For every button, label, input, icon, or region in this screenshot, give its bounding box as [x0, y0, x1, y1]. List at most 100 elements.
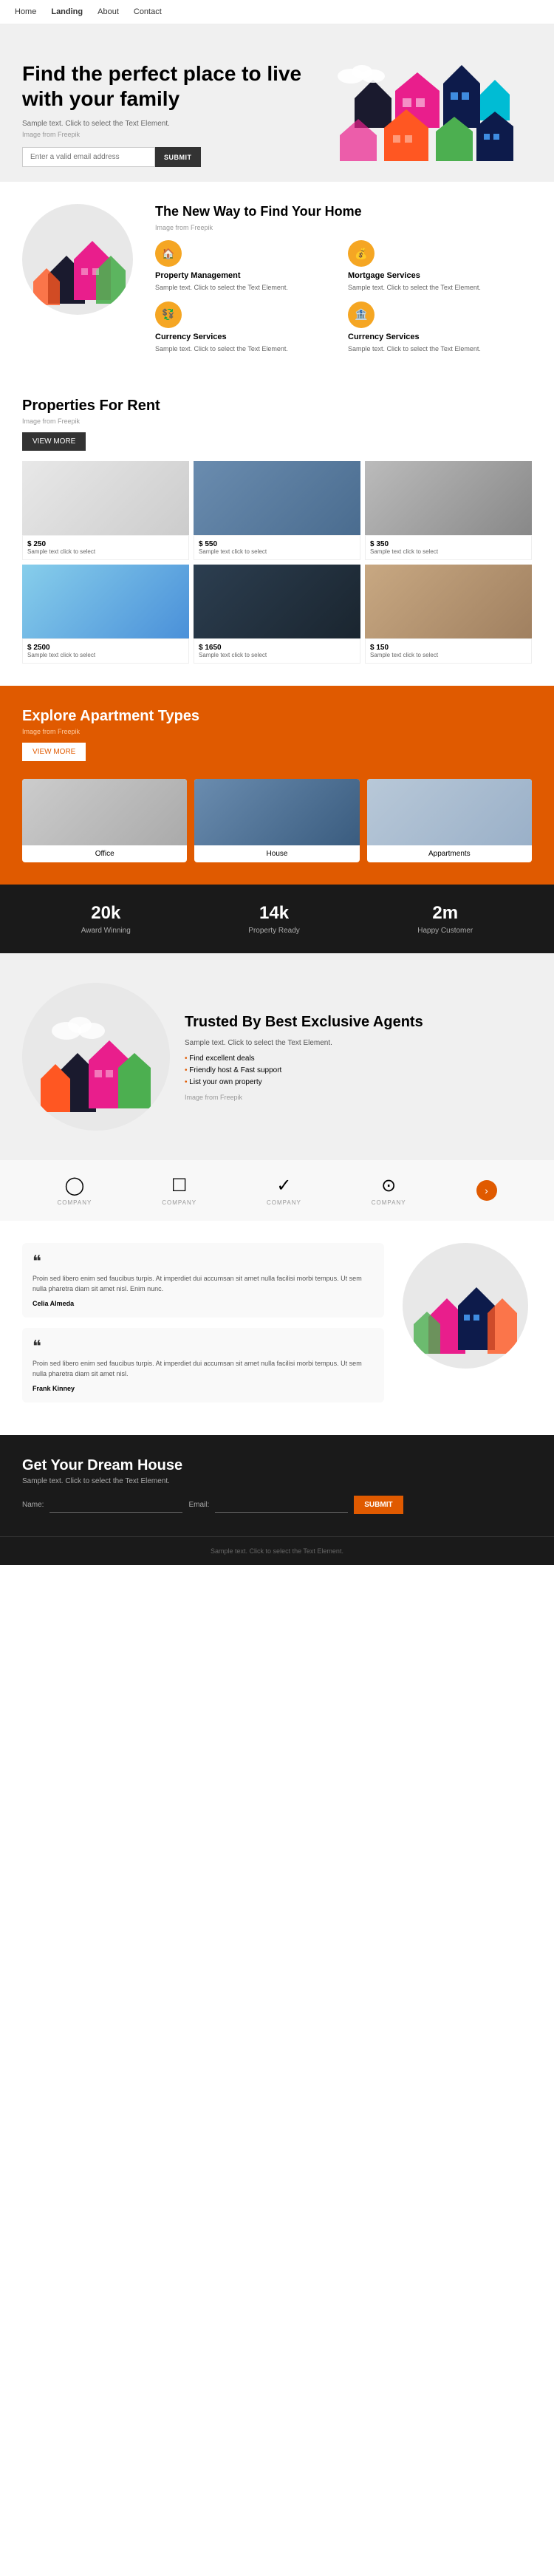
property-price-1: $ 550	[199, 540, 355, 548]
apt-label-appartments: Appartments	[367, 845, 532, 862]
trusted-title: Trusted By Best Exclusive Agents	[185, 1012, 532, 1032]
partner-icon-3: ⊙	[372, 1175, 406, 1196]
trusted-image-credit: Image from Freepik	[185, 1094, 532, 1101]
trusted-illustration	[22, 983, 170, 1131]
partner-label-3: COMPANY	[372, 1199, 406, 1206]
new-way-image-credit: Image from Freepik	[155, 224, 532, 231]
testimonial-quote-1: ❝	[33, 1338, 374, 1355]
hero-email-form: SUBMIT	[22, 147, 303, 167]
partners-section: ◯ COMPANY ☐ COMPANY ✓ COMPANY ⊙ COMPANY …	[0, 1160, 554, 1221]
partner-icon-0: ◯	[57, 1175, 92, 1196]
stat-number-0: 20k	[81, 903, 131, 924]
partner-3: ⊙ COMPANY	[372, 1175, 406, 1206]
service-title-0: Property Management	[155, 271, 339, 280]
stat-property: 14k Property Ready	[248, 903, 299, 935]
property-image-1	[194, 461, 360, 535]
submit-button[interactable]: SUBMIT	[155, 147, 201, 167]
property-desc-0: Sample text click to select	[27, 548, 184, 555]
dream-name-input[interactable]	[49, 1498, 182, 1513]
dream-submit-button[interactable]: SUBMIT	[354, 1496, 403, 1514]
property-image-4	[194, 565, 360, 638]
properties-image-credit: Image from Freepik	[22, 418, 532, 425]
testimonial-card-0: ❝ Proin sed libero enim sed faucibus tur…	[22, 1243, 384, 1318]
trusted-bullets: Find excellent deals Friendly host & Fas…	[185, 1054, 532, 1086]
property-desc-3: Sample text click to select	[27, 652, 184, 658]
service-desc-0: Sample text. Click to select the Text El…	[155, 283, 339, 293]
hero-illustration	[332, 39, 539, 172]
footer-text: Sample text. Click to select the Text El…	[211, 1547, 343, 1555]
service-desc-1: Sample text. Click to select the Text El…	[348, 283, 532, 293]
hero-headline: Find the perfect place to live with your…	[22, 61, 303, 111]
properties-title: Properties For Rent	[22, 398, 532, 415]
stat-label-1: Property Ready	[248, 927, 299, 935]
dream-house-title: Get Your Dream House	[22, 1457, 532, 1474]
property-image-5	[365, 565, 532, 638]
apartment-types-grid: Office House Appartments	[22, 779, 532, 862]
stat-award: 20k Award Winning	[81, 903, 131, 935]
property-desc-4: Sample text click to select	[199, 652, 355, 658]
nav-contact[interactable]: Contact	[134, 7, 162, 16]
footer: Sample text. Click to select the Text El…	[0, 1536, 554, 1565]
nav-landing[interactable]: Landing	[51, 7, 83, 16]
new-way-section: The New Way to Find Your Home Image from…	[0, 182, 554, 375]
property-image-3	[22, 565, 189, 638]
dream-name-label: Name:	[22, 1501, 44, 1509]
partner-icon-1: ☐	[162, 1175, 196, 1196]
testimonial-text-0: Proin sed libero enim sed faucibus turpi…	[33, 1274, 374, 1294]
service-property-management: 🏠 Property Management Sample text. Click…	[155, 240, 339, 293]
navigation: Home Landing About Contact	[0, 0, 554, 24]
apt-label-house: House	[194, 845, 359, 862]
property-image-0	[22, 461, 189, 535]
currency-icon-2: 🏦	[348, 301, 375, 328]
partner-2: ✓ COMPANY	[267, 1175, 301, 1206]
property-card-4: $ 1650 Sample text click to select	[194, 565, 360, 664]
property-card-5: $ 150 Sample text click to select	[365, 565, 532, 664]
service-mortgage: 💰 Mortgage Services Sample text. Click t…	[348, 240, 532, 293]
services-grid: 🏠 Property Management Sample text. Click…	[155, 240, 532, 353]
explore-title: Explore Apartment Types	[22, 708, 532, 725]
apt-image-office	[22, 779, 187, 845]
testimonials-section: ❝ Proin sed libero enim sed faucibus tur…	[0, 1221, 554, 1435]
property-desc-2: Sample text click to select	[370, 548, 527, 555]
property-card-0: $ 250 Sample text click to select	[22, 461, 189, 560]
testimonial-quote-0: ❝	[33, 1253, 374, 1270]
email-input[interactable]	[22, 147, 155, 167]
property-card-3: $ 2500 Sample text click to select	[22, 565, 189, 664]
stat-number-2: 2m	[417, 903, 473, 924]
properties-view-more[interactable]: VIEW MORE	[22, 432, 86, 451]
property-price-4: $ 1650	[199, 644, 355, 652]
property-desc-5: Sample text click to select	[370, 652, 527, 658]
stats-section: 20k Award Winning 14k Property Ready 2m …	[0, 885, 554, 953]
trusted-bullet-1: Friendly host & Fast support	[185, 1066, 532, 1074]
apt-label-office: Office	[22, 845, 187, 862]
apt-card-appartments: Appartments	[367, 779, 532, 862]
property-card-2: $ 350 Sample text click to select	[365, 461, 532, 560]
testimonial-text-1: Proin sed libero enim sed faucibus turpi…	[33, 1359, 374, 1379]
testimonial-card-1: ❝ Proin sed libero enim sed faucibus tur…	[22, 1328, 384, 1403]
nav-home[interactable]: Home	[15, 7, 36, 16]
stat-label-2: Happy Customer	[417, 927, 473, 935]
trusted-sample: Sample text. Click to select the Text El…	[185, 1039, 532, 1047]
properties-section: Properties For Rent Image from Freepik V…	[0, 375, 554, 686]
property-card-1: $ 550 Sample text click to select	[194, 461, 360, 560]
hero-section: Find the perfect place to live with your…	[0, 24, 554, 182]
property-management-icon: 🏠	[155, 240, 182, 267]
stat-number-1: 14k	[248, 903, 299, 924]
testimonial-author-0: Celia Almeda	[33, 1300, 374, 1307]
property-price-3: $ 2500	[27, 644, 184, 652]
property-price-0: $ 250	[27, 540, 184, 548]
service-desc-3: Sample text. Click to select the Text El…	[348, 344, 532, 354]
dream-house-form: Name: Email: SUBMIT	[22, 1496, 532, 1514]
dream-house-section: Get Your Dream House Sample text. Click …	[0, 1435, 554, 1536]
trusted-bullet-2: List your own property	[185, 1078, 532, 1086]
explore-view-more[interactable]: VIEW MORE	[22, 743, 86, 761]
dream-email-input[interactable]	[215, 1498, 348, 1513]
testimonial-author-1: Frank Kinney	[33, 1385, 374, 1392]
partners-arrow[interactable]: ›	[476, 1180, 497, 1201]
mortgage-icon: 💰	[348, 240, 375, 267]
new-way-title: The New Way to Find Your Home	[155, 204, 532, 219]
stat-label-0: Award Winning	[81, 927, 131, 935]
partner-icon-2: ✓	[267, 1175, 301, 1196]
nav-about[interactable]: About	[98, 7, 119, 16]
property-desc-1: Sample text click to select	[199, 548, 355, 555]
